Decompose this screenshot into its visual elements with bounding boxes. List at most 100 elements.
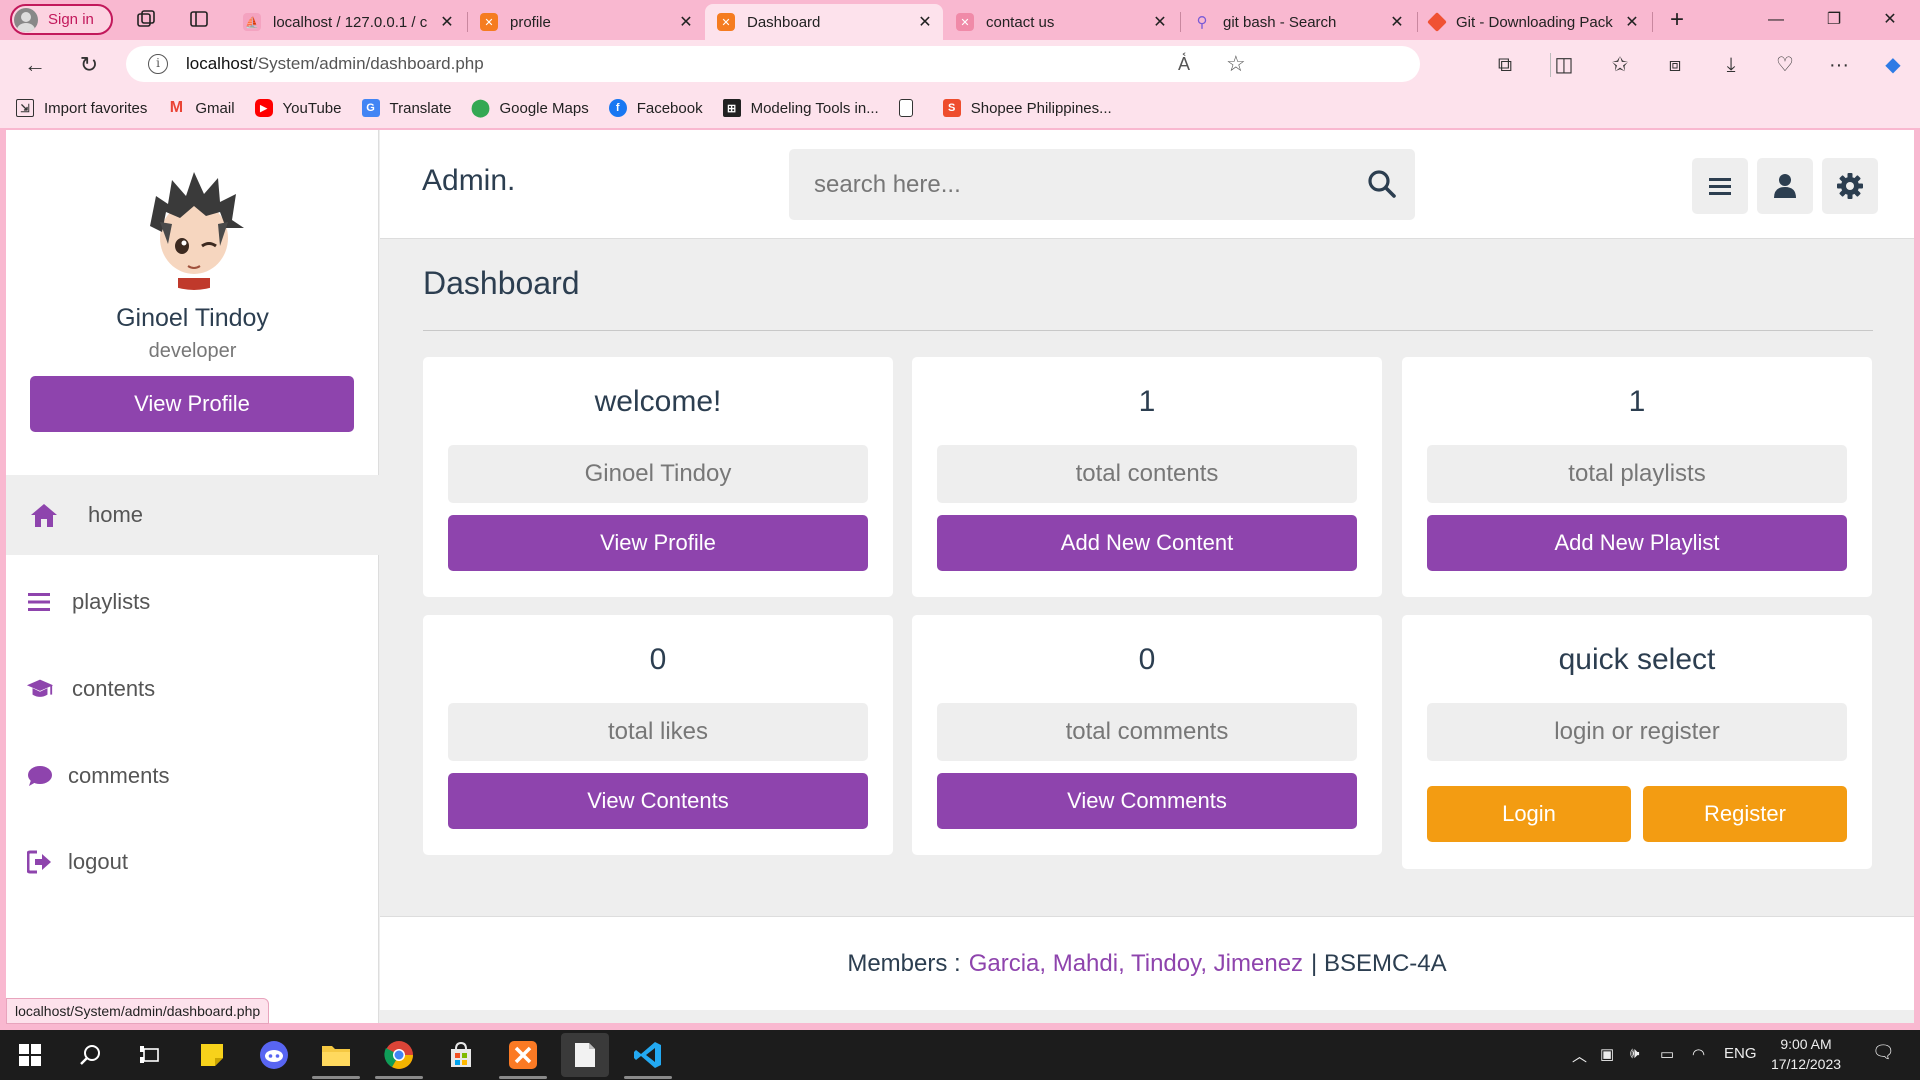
task-view-icon[interactable] <box>134 1039 166 1071</box>
admin-logo[interactable]: Admin. <box>422 164 515 198</box>
microsoft-store-icon[interactable] <box>445 1039 477 1071</box>
bookmark-youtube[interactable]: ▶ YouTube <box>254 99 342 117</box>
browser-essentials-icon[interactable]: ♡ <box>1772 52 1798 78</box>
address-toolbar: ← ↻ i localhost/System/admin/dashboard.p… <box>0 40 1920 88</box>
card-count: 0 <box>649 643 667 676</box>
address-field[interactable]: i localhost/System/admin/dashboard.php A… <box>126 46 1420 82</box>
search-input[interactable] <box>789 149 1349 220</box>
new-tab-icon[interactable]: + <box>1665 8 1689 32</box>
page-header: Admin. <box>380 130 1914 239</box>
add-new-content-button[interactable]: Add New Content <box>937 515 1357 571</box>
tab-label: Dashboard <box>747 13 821 31</box>
bookmark-google-maps[interactable]: ⬤ Google Maps <box>471 98 589 117</box>
favorite-star-icon[interactable]: ☆ <box>1226 51 1246 77</box>
tab-label: localhost / 127.0.0.1 / c <box>273 13 428 31</box>
sidebar-item-home[interactable]: home <box>6 475 379 555</box>
file-explorer-icon[interactable] <box>320 1039 352 1071</box>
view-comments-button[interactable]: View Comments <box>937 773 1357 829</box>
user-button[interactable] <box>1757 158 1813 214</box>
notifications-icon[interactable]: 🗨 <box>1872 1042 1895 1063</box>
tab-contact-us[interactable]: ✕ contact us ✕ <box>944 4 1178 40</box>
notepad-icon[interactable] <box>561 1033 609 1077</box>
bookmark-modeling-tools[interactable]: ⊞ Modeling Tools in... <box>722 99 879 117</box>
discord-icon[interactable] <box>258 1039 290 1071</box>
card-total-likes: 0 total likes View Contents <box>423 615 893 855</box>
chrome-icon[interactable] <box>383 1039 415 1071</box>
bookmark-import-favorites[interactable]: ⇲ Import favorites <box>16 99 147 117</box>
sign-in-button[interactable]: Sign in <box>10 4 113 35</box>
tab-git-bash-search[interactable]: ⚲ git bash - Search ✕ <box>1181 4 1415 40</box>
restore-icon[interactable]: ❐ <box>1814 6 1854 34</box>
settings-button[interactable] <box>1822 158 1878 214</box>
bookmark-translate[interactable]: G Translate <box>361 99 451 117</box>
favorites-icon[interactable]: ✩ <box>1607 52 1633 78</box>
more-menu-icon[interactable]: ··· <box>1826 52 1852 78</box>
close-window-icon[interactable]: ✕ <box>1870 6 1910 34</box>
search-icon[interactable] <box>1367 169 1397 199</box>
read-aloud-icon[interactable]: A᷾ <box>1178 54 1190 75</box>
sidebar-item-contents[interactable]: contents <box>6 649 379 729</box>
sticky-notes-icon[interactable] <box>196 1039 228 1071</box>
page-title: Dashboard <box>423 265 580 301</box>
close-tab-icon[interactable]: ✕ <box>913 12 937 32</box>
workspaces-icon[interactable] <box>134 8 158 32</box>
bookmark-shopee[interactable]: S Shopee Philippines... <box>942 99 1112 117</box>
close-tab-icon[interactable]: ✕ <box>1620 12 1644 32</box>
collections-icon[interactable]: ⧈ <box>1662 52 1688 78</box>
tab-dashboard[interactable]: ✕ Dashboard ✕ <box>705 4 943 40</box>
refresh-icon[interactable]: ↻ <box>74 50 104 80</box>
sidebar-item-comments[interactable]: comments <box>6 736 379 816</box>
login-button[interactable]: Login <box>1427 786 1631 842</box>
clock[interactable]: 9:00 AM 17/12/2023 <box>1746 1034 1866 1074</box>
close-tab-icon[interactable]: ✕ <box>674 12 698 32</box>
list-icon <box>26 588 54 616</box>
bookmark-facebook[interactable]: f Facebook <box>608 99 703 117</box>
xampp-taskbar-icon[interactable] <box>507 1039 539 1071</box>
modeling-tools-icon: ⊞ <box>722 99 741 117</box>
sidebar-item-label: logout <box>68 849 128 874</box>
sidebar-view-profile-button[interactable]: View Profile <box>30 376 354 432</box>
search-taskbar-icon[interactable] <box>74 1039 106 1071</box>
menu-button[interactable] <box>1692 158 1748 214</box>
close-tab-icon[interactable]: ✕ <box>435 12 459 32</box>
tray-chevron-icon[interactable]: ︿ <box>1572 1045 1587 1066</box>
sidebar-item-playlists[interactable]: playlists <box>6 562 379 642</box>
clock-date: 17/12/2023 <box>1770 1056 1842 1072</box>
translate-icon: G <box>361 99 380 117</box>
page-viewport: Ginoel Tindoy developer View Profile hom… <box>6 130 1914 1023</box>
battery-icon[interactable]: ▭ <box>1660 1045 1674 1063</box>
copilot-icon[interactable]: ◆ <box>1880 52 1906 78</box>
phpmyadmin-icon: ⛵ <box>243 13 261 31</box>
add-new-playlist-button[interactable]: Add New Playlist <box>1427 515 1847 571</box>
home-icon <box>30 501 58 529</box>
back-arrow-icon[interactable]: ← <box>20 50 50 80</box>
sidebar-item-label: playlists <box>72 589 151 614</box>
register-button[interactable]: Register <box>1643 786 1847 842</box>
page-icon <box>898 99 913 117</box>
card-count: 1 <box>1138 385 1156 418</box>
tab-actions-icon[interactable] <box>187 8 211 32</box>
site-info-icon[interactable]: i <box>148 54 168 74</box>
downloads-icon[interactable]: ⤓ <box>1718 52 1744 78</box>
profile-avatar-icon <box>14 7 38 32</box>
tab-phpmyadmin[interactable]: ⛵ localhost / 127.0.0.1 / c ✕ <box>231 4 465 40</box>
extensions-icon[interactable]: ⧉ <box>1492 52 1518 78</box>
windows-start-icon[interactable] <box>14 1039 46 1071</box>
split-screen-icon[interactable]: ◫ <box>1551 52 1577 78</box>
sidebar-item-logout[interactable]: logout <box>6 822 379 902</box>
user-role: developer <box>148 340 237 362</box>
close-tab-icon[interactable]: ✕ <box>1385 12 1409 32</box>
bookmark-gmail[interactable]: M Gmail <box>167 99 235 117</box>
view-contents-button[interactable]: View Contents <box>448 773 868 829</box>
bookmark-page[interactable] <box>898 99 923 117</box>
vscode-icon[interactable] <box>632 1039 664 1071</box>
card-total-contents: 1 total contents Add New Content <box>912 357 1382 597</box>
close-tab-icon[interactable]: ✕ <box>1148 12 1172 32</box>
volume-icon[interactable]: 🕪 <box>1630 1045 1639 1062</box>
defender-icon[interactable]: ▣ <box>1600 1045 1614 1063</box>
tab-profile[interactable]: ✕ profile ✕ <box>468 4 704 40</box>
view-profile-button[interactable]: View Profile <box>448 515 868 571</box>
tab-git-downloading[interactable]: Git - Downloading Pack ✕ <box>1418 4 1650 40</box>
wifi-icon[interactable]: ◠ <box>1692 1045 1705 1063</box>
minimize-icon[interactable]: — <box>1756 6 1796 34</box>
